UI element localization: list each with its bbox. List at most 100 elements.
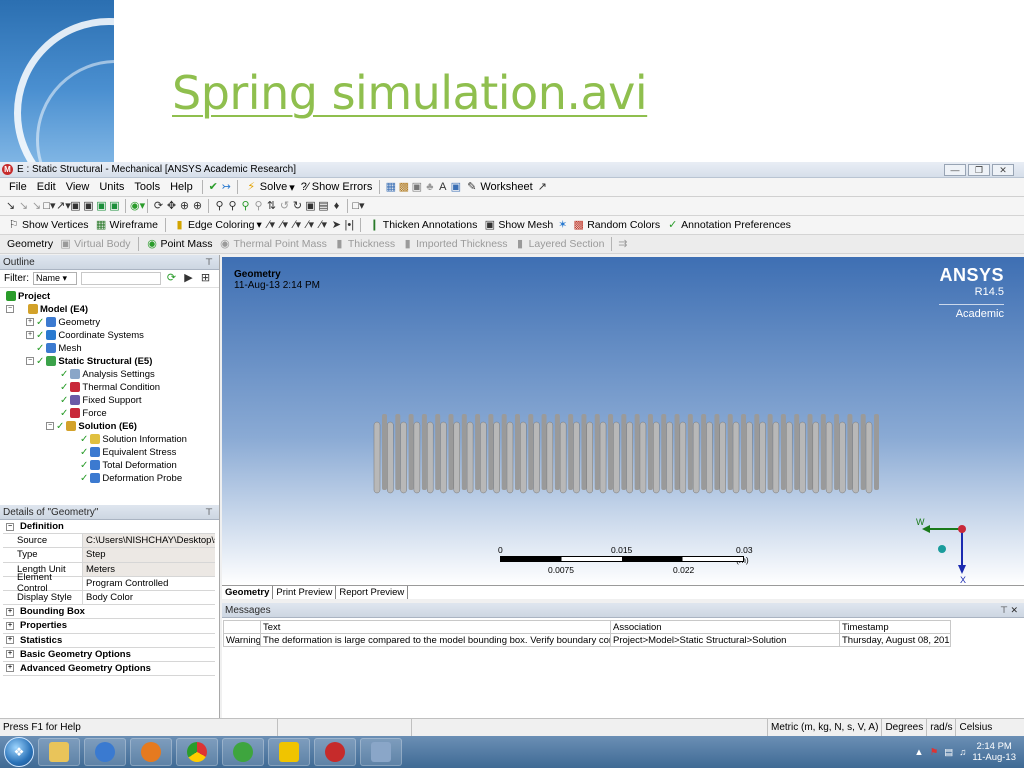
group-bounding-box[interactable]: + Bounding Box	[3, 605, 215, 620]
status-units[interactable]: Metric (m, kg, N, s, V, A)	[768, 719, 883, 736]
select-icon[interactable]: ↘	[4, 200, 17, 213]
virtual-body-button[interactable]: ▣ Virtual Body	[56, 238, 133, 251]
edge-style-5-icon[interactable]: ∕▾	[317, 219, 330, 232]
tree-total-deformation[interactable]: ✓ Total Deformation	[80, 459, 177, 471]
tree-mesh[interactable]: ✓ Mesh	[36, 342, 82, 354]
media-app[interactable]	[84, 738, 126, 766]
graphics-viewport[interactable]: Geometry 11-Aug-13 2:14 PM ANSYS R14.5 A…	[222, 257, 1024, 585]
thicken-edge-icon[interactable]: |•|	[343, 219, 356, 232]
expand-icon[interactable]: ⊞	[199, 272, 212, 285]
chart-icon[interactable]: ▦	[384, 181, 397, 194]
tree-solution[interactable]: − ✓ Solution (E6)	[46, 420, 137, 432]
face-icon[interactable]: ▣	[95, 200, 108, 213]
detail-row-source[interactable]: SourceC:\Users\NISHCHAY\Desktop\sma...	[3, 534, 215, 549]
check-icon[interactable]: ✔	[207, 181, 220, 194]
refresh-icon[interactable]: ⟳	[165, 272, 178, 285]
network-icon[interactable]: ▤	[944, 747, 953, 758]
edge-style-2-icon[interactable]: ∕▾	[278, 219, 291, 232]
tree-analysis-settings[interactable]: ✓ Analysis Settings	[60, 368, 155, 380]
chrome-app[interactable]	[176, 738, 218, 766]
point-mass-button[interactable]: ◉ Point Mass	[143, 238, 216, 251]
group-properties[interactable]: + Properties	[3, 619, 215, 634]
tag-icon[interactable]: ♦	[330, 200, 343, 213]
tree-project[interactable]: Project	[6, 290, 50, 302]
menu-units[interactable]: Units	[94, 181, 129, 193]
edge-icon[interactable]: ▣	[82, 200, 95, 213]
tab-print-preview[interactable]: Print Preview	[273, 586, 337, 599]
context-help-icon[interactable]: ↗	[536, 181, 549, 194]
print-icon[interactable]: ▤	[317, 200, 330, 213]
edge-style-3-icon[interactable]: ∕▾	[291, 219, 304, 232]
tray-expand-icon[interactable]: ▲	[914, 747, 923, 758]
collapse-toggle-icon[interactable]: −	[6, 305, 14, 313]
explode-icon[interactable]: ✶	[556, 219, 569, 232]
zoom-fit-icon[interactable]: ⚲	[213, 200, 226, 213]
status-temp[interactable]: Celsius	[956, 719, 995, 736]
detail-row-type[interactable]: Type Step	[3, 548, 215, 563]
extend-icon[interactable]: ◉▾	[130, 200, 145, 213]
node-select-icon[interactable]: ↘	[17, 200, 30, 213]
firefox-app[interactable]	[130, 738, 172, 766]
edge-coloring-button[interactable]: ▮ Edge Coloring ▾	[170, 219, 265, 232]
imported-thickness-button[interactable]: ▮ Imported Thickness	[398, 238, 510, 251]
table-icon[interactable]: ▩	[397, 181, 410, 194]
menu-file[interactable]: File	[4, 181, 32, 193]
column-timestamp[interactable]: Timestamp	[839, 620, 951, 634]
filter-select[interactable]: Name ▾	[33, 272, 77, 285]
filter-input[interactable]	[81, 272, 161, 285]
group-definition[interactable]: − Definition	[3, 520, 215, 535]
clock[interactable]: 2:14 PM 11-Aug-13	[972, 741, 1016, 763]
previous-view-icon[interactable]: ↺	[278, 200, 291, 213]
collapse-toggle-icon[interactable]: −	[6, 522, 14, 531]
collapse-toggle-icon[interactable]: −	[26, 357, 34, 365]
worksheet-button[interactable]: ✎ Worksheet	[462, 181, 535, 194]
random-colors-button[interactable]: ▩ Random Colors	[569, 219, 663, 232]
show-mesh-button[interactable]: ▣ Show Mesh	[480, 219, 556, 232]
explorer-app[interactable]	[38, 738, 80, 766]
thickness-button[interactable]: ▮ Thickness	[330, 238, 398, 251]
wireframe-button[interactable]: ▦ Wireframe	[92, 219, 161, 232]
tree-equivalent-stress[interactable]: ✓ Equivalent Stress	[80, 446, 176, 458]
zoom-in-icon[interactable]: ⚲	[239, 200, 252, 213]
ansys-launcher-app[interactable]	[268, 738, 310, 766]
menu-tools[interactable]: Tools	[129, 181, 165, 193]
box-zoom-icon[interactable]: ⊕	[191, 200, 204, 213]
tree-deformation-probe[interactable]: ✓ Deformation Probe	[80, 472, 182, 484]
expand-toggle-icon[interactable]: +	[6, 621, 14, 630]
zoom-icon[interactable]: ⊕	[178, 200, 191, 213]
image-icon[interactable]: ▣	[449, 181, 462, 194]
volume-icon[interactable]: ♫	[959, 747, 966, 758]
menu-edit[interactable]: Edit	[32, 181, 61, 193]
status-rate[interactable]: rad/s	[927, 719, 957, 736]
zoom-box-icon[interactable]: ⚲	[226, 200, 239, 213]
more-icon[interactable]: ⇉	[616, 238, 629, 251]
minimize-icon[interactable]: —	[944, 163, 966, 176]
message-row[interactable]: Warning The deformation is large compare…	[223, 633, 951, 647]
menu-view[interactable]: View	[61, 181, 95, 193]
group-statistics[interactable]: + Statistics	[3, 634, 215, 648]
tree-model[interactable]: − Model (E4)	[6, 303, 88, 315]
pin-icon[interactable]: ➤	[330, 219, 343, 232]
pan-icon[interactable]: ✥	[165, 200, 178, 213]
tree-thermal-condition[interactable]: ✓ Thermal Condition	[60, 381, 160, 393]
close-icon[interactable]: ✕	[992, 163, 1014, 176]
flag-icon[interactable]: ⚑	[930, 747, 939, 758]
column-association[interactable]: Association	[610, 620, 840, 634]
mechanical-app[interactable]	[314, 738, 356, 766]
group-basic-geometry-options[interactable]: + Basic Geometry Options	[3, 648, 215, 662]
annotation-preferences-button[interactable]: ✓ Annotation Preferences	[663, 219, 794, 232]
pin-icon[interactable]: ⊤ ✕	[1000, 605, 1024, 616]
show-errors-button[interactable]: ?⁄ Show Errors	[298, 181, 376, 193]
column-text[interactable]: Text	[260, 620, 611, 634]
pin-icon[interactable]: ⊤	[205, 507, 219, 518]
detail-row-element-control[interactable]: Element Control Program Controlled	[3, 572, 215, 594]
camera-icon[interactable]: ▣	[304, 200, 317, 213]
layered-section-button[interactable]: ▮ Layered Section	[511, 238, 608, 251]
expand-toggle-icon[interactable]: +	[26, 318, 34, 326]
thicken-annotations-button[interactable]: ❙ Thicken Annotations	[365, 219, 481, 232]
connect-icon[interactable]: ↣	[220, 181, 233, 194]
tree-coordinate-systems[interactable]: + ✓ Coordinate Systems	[26, 329, 144, 341]
group-advanced-geometry-options[interactable]: + Advanced Geometry Options	[3, 662, 215, 677]
thermal-point-mass-button[interactable]: ◉ Thermal Point Mass	[215, 238, 329, 251]
pin-icon[interactable]: ⊤	[205, 257, 219, 268]
